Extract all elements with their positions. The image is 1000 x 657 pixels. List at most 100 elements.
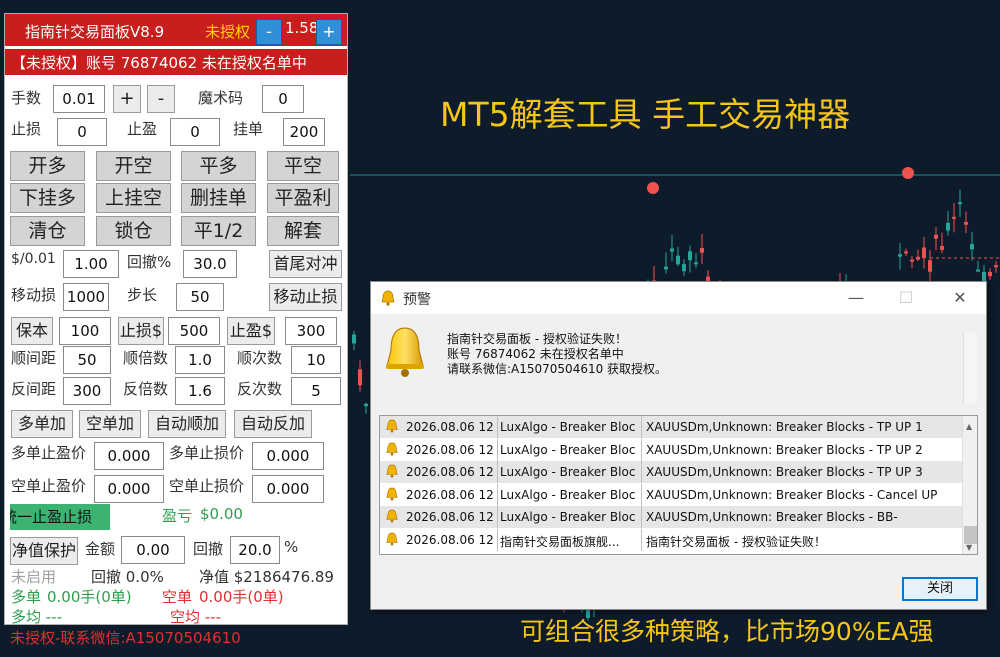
trading-panel: 指南针交易面板V8.9 未授权 - 1.58 + 【未授权】账号 7687406… xyxy=(4,13,348,626)
short-tp-input[interactable]: 0.000 xyxy=(94,475,164,503)
alert-time: 2026.08.06 12... xyxy=(406,465,494,479)
rev-gap-input[interactable]: 300 xyxy=(63,377,111,405)
lock-button[interactable]: 锁仓 xyxy=(96,216,171,246)
tp-money-button[interactable]: 止盈$ xyxy=(227,317,275,345)
sl-money-input[interactable]: 500 xyxy=(168,317,220,345)
fwd-mult-input[interactable]: 1.0 xyxy=(175,346,225,374)
trail-input[interactable]: 1000 xyxy=(63,283,109,311)
high-marker xyxy=(647,182,659,194)
short-summary-value: 0.00手(0单) xyxy=(199,588,284,606)
breakeven-input[interactable]: 100 xyxy=(59,317,111,345)
equity-protect-button[interactable]: 净值保护 xyxy=(10,537,78,565)
alert-time: 2026.08.06 12... xyxy=(406,442,494,457)
drawdown-label: 回撤 xyxy=(193,540,224,558)
open-long-button[interactable]: 开多 xyxy=(10,151,85,181)
short-average: 空均 --- xyxy=(170,608,222,626)
trailing-stop-button[interactable]: 移动止损 xyxy=(269,283,342,311)
magic-label: 魔术码 xyxy=(198,89,244,107)
short-sl-input[interactable]: 0.000 xyxy=(252,475,324,503)
lots-plus-button[interactable]: + xyxy=(113,85,141,113)
unlock-button[interactable]: 解套 xyxy=(267,216,339,246)
close-button[interactable]: 关闭 xyxy=(902,577,978,601)
clear-positions-button[interactable]: 清仓 xyxy=(10,216,85,246)
headline-bottom: 可组合很多种策略，比市场90%EA强 xyxy=(520,617,934,646)
sl-money-button[interactable]: 止损$ xyxy=(118,317,164,345)
close-icon[interactable]: ✕ xyxy=(945,285,975,311)
tp-input[interactable]: 0 xyxy=(170,118,220,146)
pullback-input[interactable]: 30.0 xyxy=(183,250,237,278)
bell-icon xyxy=(386,509,398,523)
alert-row[interactable]: 2026.08.06 12... LuxAlgo - Breaker Block.… xyxy=(380,483,962,506)
pending-input[interactable]: 200 xyxy=(283,118,325,146)
magic-input[interactable]: 0 xyxy=(262,85,304,113)
breakeven-button[interactable]: 保本 xyxy=(11,317,53,345)
alert-message-line3: 请联系微信:A15070504610 获取授权。 xyxy=(447,362,668,376)
license-banner: 【未授权】账号 76874062 未在授权名单中 xyxy=(5,49,347,75)
sl-input[interactable]: 0 xyxy=(57,118,107,146)
fwd-count-input[interactable]: 10 xyxy=(291,346,341,374)
pnl-label: 盈亏 xyxy=(162,507,193,525)
alert-text: XAUUSDm,Unknown: Breaker Blocks - TP UP … xyxy=(646,420,923,434)
close-long-button[interactable]: 平多 xyxy=(181,151,256,181)
rev-count-input[interactable]: 5 xyxy=(291,377,341,405)
lots-input[interactable]: 0.01 xyxy=(53,85,105,113)
per-lot-input[interactable]: 1.00 xyxy=(63,250,119,278)
alert-source: LuxAlgo - Breaker Block... xyxy=(500,420,636,434)
alert-list: 2026.08.06 12... LuxAlgo - Breaker Block.… xyxy=(379,415,978,555)
message-scrollbar[interactable] xyxy=(963,332,977,404)
lot-increase-button[interactable]: + xyxy=(316,19,342,45)
alert-time: 2026.08.06 12... xyxy=(406,532,494,547)
fwd-gap-input[interactable]: 50 xyxy=(63,346,111,374)
alert-message-line1: 指南针交易面板 - 授权验证失败！ xyxy=(447,332,627,346)
rev-mult-input[interactable]: 1.6 xyxy=(175,377,225,405)
open-short-button[interactable]: 开空 xyxy=(96,151,171,181)
delete-pending-button[interactable]: 删挂单 xyxy=(181,183,256,213)
bell-icon xyxy=(386,419,398,433)
equity-status: 净值 $2186476.89 xyxy=(199,568,334,586)
alert-row[interactable]: 2026.08.06 12... LuxAlgo - Breaker Block.… xyxy=(380,438,962,461)
alert-text: XAUUSDm,Unknown: Breaker Blocks - TP UP … xyxy=(646,442,923,457)
alert-row[interactable]: 2026.08.06 12... LuxAlgo - Breaker Block.… xyxy=(380,506,962,528)
short-sl-label: 空单止损价 xyxy=(169,477,245,495)
rev-mult-label: 反倍数 xyxy=(123,380,169,398)
alert-list-scrollbar[interactable]: ▲ ▼ xyxy=(962,416,977,554)
hedge-ends-button[interactable]: 首尾对冲 xyxy=(269,250,342,278)
lot-decrease-button[interactable]: - xyxy=(256,19,282,45)
tp-label: 止盈 xyxy=(127,120,158,138)
drawdown-status: 回撤 0.0% xyxy=(91,568,164,586)
alert-source: LuxAlgo - Breaker Block... xyxy=(500,510,636,524)
alert-source: 指南针交易面板旗舰... xyxy=(500,534,620,549)
long-sl-input[interactable]: 0.000 xyxy=(252,442,324,470)
dialog-title: 预警 xyxy=(403,292,431,308)
lots-minus-button[interactable]: - xyxy=(147,85,175,113)
alert-row[interactable]: 2026.08.06 12... LuxAlgo - Breaker Block.… xyxy=(380,416,962,438)
amount-label: 金额 xyxy=(85,540,116,558)
bell-icon xyxy=(386,442,398,456)
add-long-button[interactable]: 多单加 xyxy=(11,410,73,438)
sell-limit-button[interactable]: 上挂空 xyxy=(96,183,171,213)
fwd-gap-label: 顺间距 xyxy=(11,349,57,367)
add-short-button[interactable]: 空单加 xyxy=(79,410,141,438)
maximize-icon[interactable]: ☐ xyxy=(891,285,921,311)
long-summary-label: 多单 xyxy=(11,588,42,606)
alert-row[interactable]: 2026.08.06 12... 指南针交易面板旗舰... 指南针交易面板 - 授权… xyxy=(380,528,962,551)
auto-reverse-add-button[interactable]: 自动反加 xyxy=(234,410,312,438)
close-profit-button[interactable]: 平盈利 xyxy=(267,183,339,213)
lots-label: 手数 xyxy=(11,89,42,107)
close-half-button[interactable]: 平1/2 xyxy=(181,216,256,246)
buy-limit-button[interactable]: 下挂多 xyxy=(10,183,85,213)
alert-row[interactable]: 2026.08.06 12... LuxAlgo - Breaker Block.… xyxy=(380,461,962,483)
bell-icon xyxy=(386,464,398,478)
alert-time: 2026.08.06 12... xyxy=(406,420,494,434)
unified-tpsl-label: 统一止盈止损 xyxy=(10,508,93,526)
amount-input[interactable]: 0.00 xyxy=(121,536,185,564)
step-input[interactable]: 50 xyxy=(176,283,224,311)
close-short-button[interactable]: 平空 xyxy=(267,151,339,181)
auto-forward-add-button[interactable]: 自动顺加 xyxy=(148,410,226,438)
drawdown-input[interactable]: 20.0 xyxy=(230,536,280,564)
rev-gap-label: 反间距 xyxy=(11,380,57,398)
unified-tpsl-button[interactable]: 统一止盈止损 xyxy=(10,504,110,530)
long-tp-input[interactable]: 0.000 xyxy=(94,442,164,470)
minimize-icon[interactable]: — xyxy=(841,285,871,311)
tp-money-input[interactable]: 300 xyxy=(285,317,337,345)
